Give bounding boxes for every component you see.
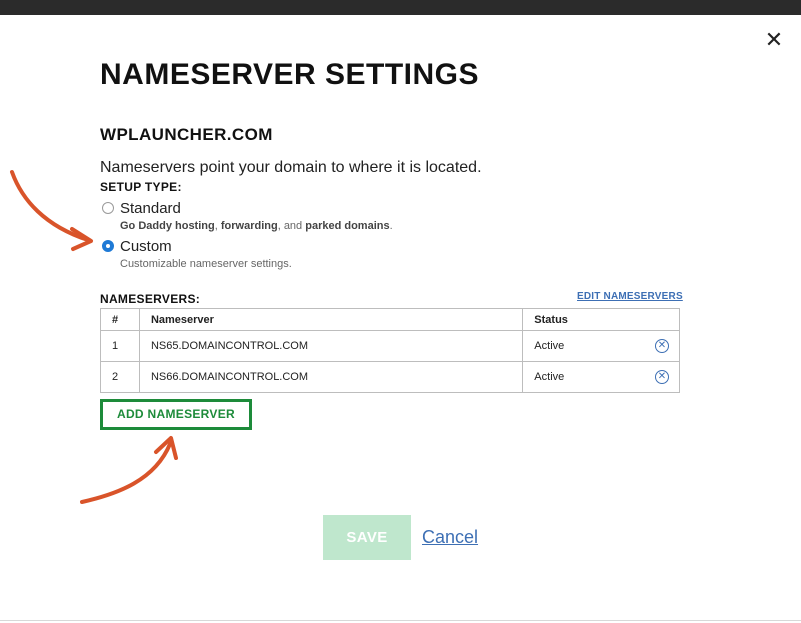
help-forwarding: forwarding	[220, 220, 278, 232]
help-parked-domains: parked domains	[305, 220, 390, 232]
row-status: Active	[534, 340, 565, 352]
annotation-arrow	[10, 170, 93, 251]
help-end: .	[389, 220, 393, 232]
row-nameserver: NS65.DOMAINCONTROL.COM	[138, 330, 524, 362]
description-text: Nameservers point your domain to where i…	[100, 159, 482, 176]
remove-circle-icon[interactable]: ✕	[655, 339, 669, 353]
row-nameserver: NS66.DOMAINCONTROL.COM	[138, 361, 524, 393]
table-header-row: # Nameserver Status	[100, 308, 680, 331]
domain-name: WPLAUNCHER.COM	[100, 125, 273, 144]
row-status: Active	[534, 371, 565, 383]
header-nameserver: Nameserver	[138, 308, 524, 331]
table-row: 1 NS65.DOMAINCONTROL.COM Active ✕	[100, 330, 680, 362]
option-custom-label[interactable]: Custom	[120, 238, 172, 255]
option-custom-help: Customizable nameserver settings.	[120, 258, 292, 270]
remove-circle-icon[interactable]: ✕	[655, 370, 669, 384]
cancel-link[interactable]: Cancel	[422, 527, 478, 548]
option-standard-label[interactable]: Standard	[120, 200, 181, 217]
close-icon[interactable]: ✕	[764, 30, 784, 52]
radio-standard[interactable]	[102, 202, 114, 214]
save-button[interactable]: SAVE	[323, 515, 411, 560]
modal-title: NAMESERVER SETTINGS	[100, 58, 480, 91]
nameservers-table: # Nameserver Status 1 NS65.DOMAINCONTROL…	[100, 308, 680, 393]
header-status: Status	[522, 308, 680, 331]
header-number: #	[100, 308, 140, 331]
table-row: 2 NS66.DOMAINCONTROL.COM Active ✕	[100, 361, 680, 393]
add-nameserver-button[interactable]: ADD NAMESERVER	[100, 399, 252, 430]
help-go-daddy-hosting: Go Daddy hosting	[120, 220, 215, 232]
help-sep-2: , and	[277, 220, 306, 232]
option-standard-help: Go Daddy hosting, forwarding, and parked…	[120, 220, 393, 232]
annotation-arrow	[80, 436, 178, 504]
radio-custom[interactable]	[102, 240, 114, 252]
row-status-cell: Active ✕	[522, 361, 680, 393]
edit-nameservers-link[interactable]: EDIT NAMESERVERS	[577, 291, 683, 302]
top-bar	[0, 0, 801, 15]
setup-type-label: SETUP TYPE:	[100, 180, 182, 194]
bottom-divider	[0, 620, 801, 621]
row-number: 2	[100, 361, 140, 393]
nameservers-label: NAMESERVERS:	[100, 292, 201, 306]
row-status-cell: Active ✕	[522, 330, 680, 362]
row-number: 1	[100, 330, 140, 362]
